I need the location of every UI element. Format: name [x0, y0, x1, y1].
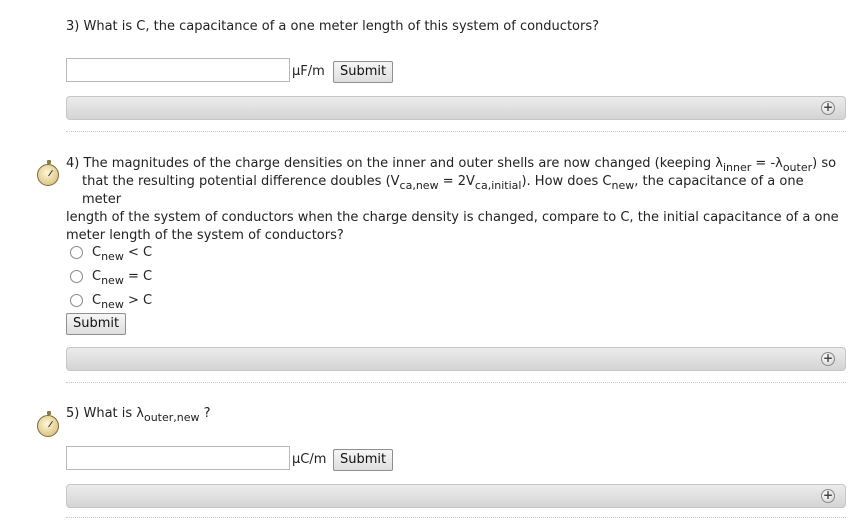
radio-button[interactable]	[70, 293, 83, 307]
q4-submit-button[interactable]: Submit	[66, 313, 127, 335]
q5-submit-button[interactable]: Submit	[333, 449, 394, 471]
q4-line-3: length of the system of conductors when …	[66, 210, 839, 225]
option-label: Cnew > C	[92, 292, 153, 311]
q3-answer-input[interactable]	[66, 58, 290, 82]
q4-hint-bar[interactable]: +	[66, 347, 846, 371]
option-label: Cnew = C	[92, 268, 153, 287]
divider	[66, 382, 846, 383]
q4-option-greater[interactable]: Cnew > C	[70, 290, 152, 310]
radio-button[interactable]	[70, 269, 83, 283]
q4-line-4: meter length of the system of conductors…	[66, 228, 344, 243]
q4-option-less[interactable]: Cnew < C	[70, 242, 152, 262]
divider	[66, 517, 846, 518]
q3-submit-button[interactable]: Submit	[333, 61, 394, 83]
q5-unit-label: μC/m	[292, 452, 327, 467]
q3-unit-label: μF/m	[292, 64, 325, 79]
plus-circle-icon[interactable]: +	[821, 352, 835, 366]
radio-button[interactable]	[70, 245, 83, 259]
q5-hint-bar[interactable]: +	[66, 484, 846, 508]
option-label: Cnew < C	[92, 244, 153, 263]
q4-line-2: that the resulting potential difference …	[82, 174, 804, 207]
q4-line-1: 4) The magnitudes of the charge densitie…	[66, 156, 837, 174]
q4-option-equal[interactable]: Cnew = C	[70, 266, 152, 286]
stopwatch-icon	[37, 411, 59, 437]
divider	[66, 131, 846, 132]
q5-answer-input[interactable]	[66, 446, 290, 470]
plus-circle-icon[interactable]: +	[821, 101, 835, 115]
stopwatch-icon	[37, 160, 59, 186]
question-4-text: 4) The magnitudes of the charge densitie…	[66, 155, 846, 245]
question-3-text: 3) What is C, the capacitance of a one m…	[66, 19, 600, 34]
question-5-text: 5) What is λouter,new ?	[66, 406, 211, 424]
q3-hint-bar[interactable]: +	[66, 96, 846, 120]
plus-circle-icon[interactable]: +	[821, 489, 835, 503]
